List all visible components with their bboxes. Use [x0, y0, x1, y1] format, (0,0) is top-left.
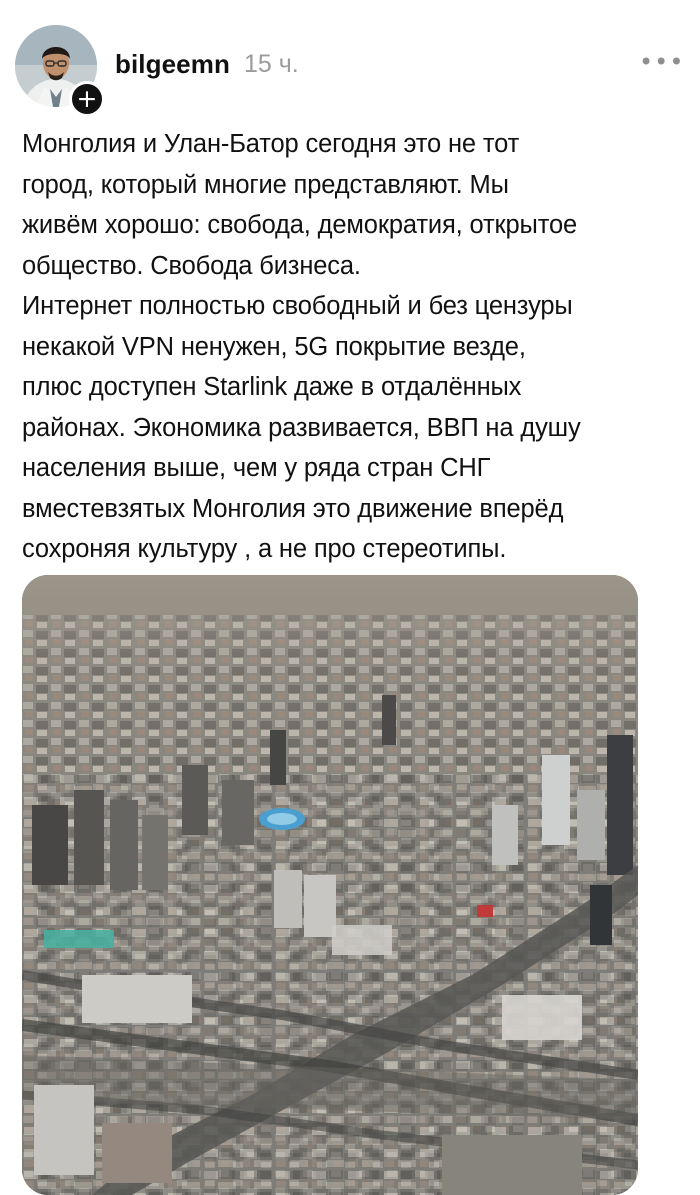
post-body: Монголия и Улан-Батор сегодня это не тот…: [22, 124, 682, 570]
more-options-icon[interactable]: •••: [639, 47, 683, 77]
post-timestamp: 15 ч.: [244, 50, 299, 78]
aerial-city-photo-icon: [22, 575, 638, 1195]
avatar-container[interactable]: +: [15, 25, 105, 117]
post-header: + bilgeemn 15 ч. •••: [0, 0, 700, 120]
post-paragraph-1: Монголия и Улан-Батор сегодня это не тот…: [22, 130, 578, 280]
follow-plus-icon[interactable]: +: [69, 81, 105, 117]
username[interactable]: bilgeemn: [115, 49, 230, 80]
post-photo[interactable]: [22, 575, 638, 1195]
post-paragraph-2: Интернет полностью свободный и без цензу…: [22, 292, 581, 563]
